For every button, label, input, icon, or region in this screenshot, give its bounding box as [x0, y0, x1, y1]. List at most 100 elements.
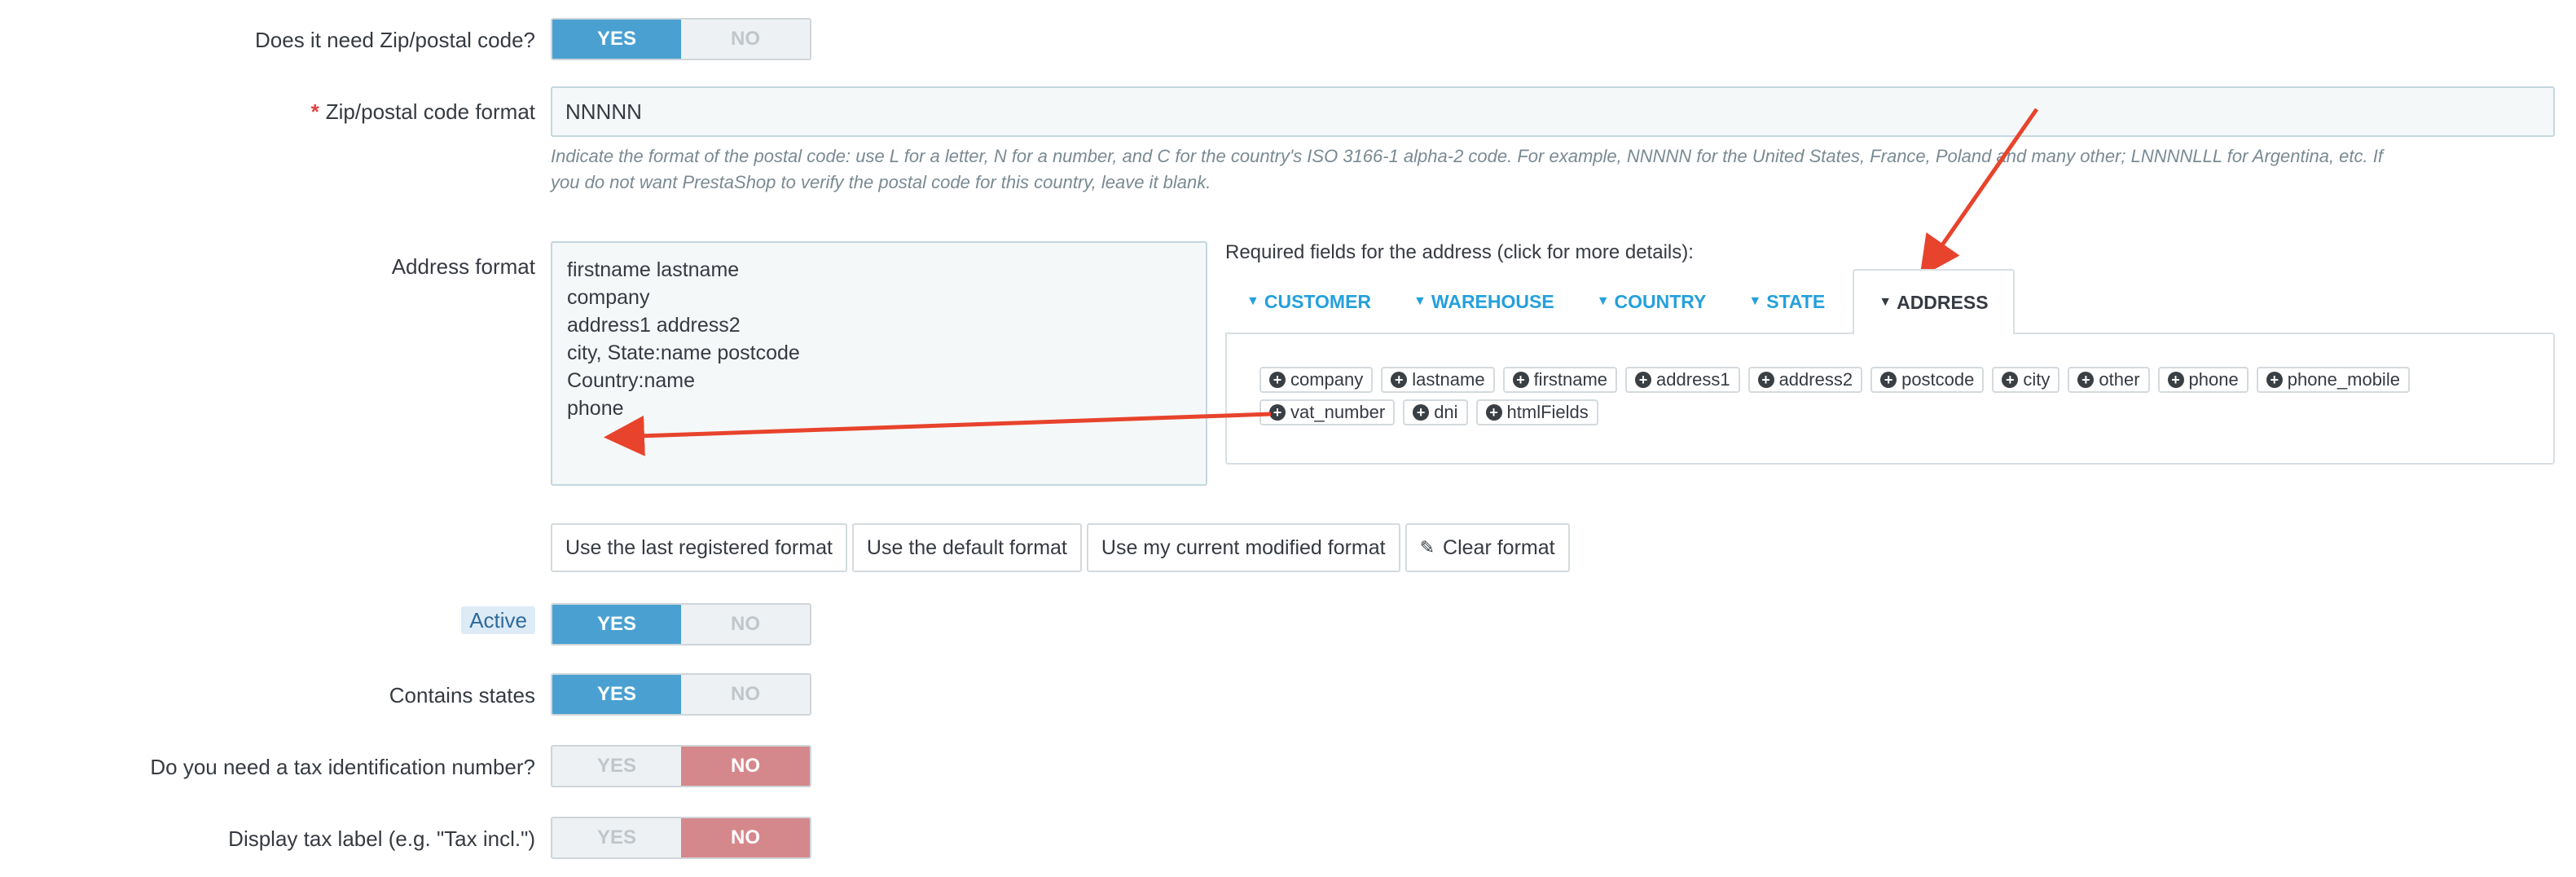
zip-needed-no[interactable]: NO — [681, 20, 810, 59]
active-label-text: Active — [461, 606, 535, 634]
caret-down-icon: ▼ — [1246, 294, 1259, 308]
active-no[interactable]: NO — [681, 605, 810, 644]
caret-down-icon: ▼ — [1748, 294, 1762, 308]
tab-country[interactable]: ▼ COUNTRY — [1576, 269, 1728, 334]
tax-label-no[interactable]: NO — [681, 818, 810, 857]
active-switch[interactable]: YES NO — [551, 603, 811, 646]
chip-label: address2 — [1778, 369, 1853, 390]
caret-down-icon: ▼ — [1879, 295, 1892, 309]
chip-label: company — [1290, 369, 1364, 390]
address-line: phone — [567, 397, 624, 420]
chip-label: vat_number — [1290, 402, 1386, 422]
chip-label: other — [2099, 369, 2140, 390]
chip-label: dni — [1434, 402, 1458, 422]
format-buttons: Use the last registered format Use the d… — [551, 523, 1570, 572]
field-chip-lastname[interactable]: + lastname — [1381, 367, 1495, 393]
field-chip-dni[interactable]: + dni — [1403, 399, 1468, 425]
caret-down-icon: ▼ — [1596, 294, 1610, 308]
tab-warehouse-label: WAREHOUSE — [1431, 290, 1554, 312]
field-chip-address1[interactable]: + address1 — [1625, 367, 1740, 393]
address-fields-panel: + company + lastname + firstname + address1 … — [1225, 333, 2555, 465]
field-chip-firstname[interactable]: + firstname — [1502, 367, 1618, 393]
plus-circle-icon: + — [2266, 372, 2283, 388]
caret-down-icon: ▼ — [1413, 294, 1426, 308]
chip-label: lastname — [1412, 369, 1485, 390]
chip-label: firstname — [1533, 369, 1608, 390]
active-yes[interactable]: YES — [552, 605, 681, 644]
tax-label-yes[interactable]: YES — [552, 818, 681, 857]
plus-circle-icon: + — [1485, 404, 1502, 421]
zip-needed-label: Does it need Zip/postal code? — [255, 28, 535, 52]
field-chip-phone-mobile[interactable]: + phone_mobile — [2256, 367, 2410, 393]
plus-circle-icon: + — [1635, 372, 1652, 388]
field-chip-htmlfields[interactable]: + htmlFields — [1475, 399, 1598, 425]
tab-address[interactable]: ▼ ADDRESS — [1853, 269, 2015, 334]
tax-id-label: Do you need a tax identification number? — [150, 755, 535, 779]
address-format-label: Address format — [391, 254, 535, 279]
address-line: company — [567, 286, 650, 309]
tab-customer[interactable]: ▼ CUSTOMER — [1225, 269, 1392, 334]
address-line: Country:name — [567, 369, 696, 392]
zip-format-input[interactable]: NNNNN — [551, 86, 2555, 137]
tab-country-label: COUNTRY — [1614, 290, 1707, 312]
tab-state[interactable]: ▼ STATE — [1727, 269, 1846, 334]
contains-states-label: Contains states — [389, 683, 535, 707]
address-format-textarea[interactable]: firstname lastname company address1 addr… — [551, 241, 1207, 486]
plus-circle-icon: + — [1512, 372, 1529, 388]
plus-circle-icon: + — [1391, 372, 1408, 388]
required-fields-tabs: ▼ CUSTOMER ▼ WAREHOUSE ▼ COUNTRY ▼ STATE ▼ AD… — [1225, 269, 2015, 334]
zip-format-help: Indicate the format of the postal code: … — [551, 143, 2547, 196]
tab-address-label: ADDRESS — [1897, 291, 1989, 313]
plus-circle-icon: + — [2077, 372, 2095, 388]
chip-label: phone — [2188, 369, 2239, 390]
field-chip-city[interactable]: + city — [1992, 367, 2060, 393]
zip-format-label: * Zip/postal code format — [311, 99, 535, 125]
tax-id-no[interactable]: NO — [681, 747, 810, 786]
address-line: firstname lastname — [567, 258, 740, 281]
field-chip-vat-number[interactable]: + vat_number — [1259, 399, 1396, 425]
field-chip-other[interactable]: + other — [2068, 367, 2150, 393]
field-chip-company[interactable]: + company — [1259, 367, 1374, 393]
field-chip-phone[interactable]: + phone — [2157, 367, 2249, 393]
tax-id-yes[interactable]: YES — [552, 747, 681, 786]
use-current-format-button[interactable]: Use my current modified format — [1086, 523, 1400, 572]
use-last-format-button[interactable]: Use the last registered format — [551, 523, 847, 572]
field-chip-postcode[interactable]: + postcode — [1870, 367, 1985, 393]
tab-customer-label: CUSTOMER — [1264, 290, 1372, 312]
clear-format-label: Clear format — [1443, 535, 1555, 559]
contains-states-yes[interactable]: YES — [552, 675, 681, 714]
eraser-icon: ✎ — [1419, 537, 1435, 557]
tab-state-label: STATE — [1766, 290, 1826, 312]
plus-circle-icon: + — [1269, 372, 1286, 388]
plus-circle-icon: + — [1757, 372, 1774, 388]
field-chip-address2[interactable]: + address2 — [1747, 367, 1863, 393]
chip-label: phone_mobile — [2287, 369, 2400, 390]
clear-format-button[interactable]: ✎ Clear format — [1404, 523, 1570, 572]
chip-label: city — [2023, 369, 2051, 390]
chip-label: postcode — [1901, 369, 1975, 390]
tax-id-switch[interactable]: YES NO — [551, 745, 811, 787]
zip-format-label-text: Zip/postal code format — [325, 99, 535, 124]
address-line: address1 address2 — [567, 314, 741, 337]
address-line: city, State:name postcode — [567, 342, 800, 364]
zip-format-help-line2: you do not want PrestaShop to verify the… — [551, 172, 1211, 192]
required-star: * — [310, 99, 319, 124]
zip-needed-switch[interactable]: YES NO — [551, 18, 811, 60]
tax-label-label: Display tax label (e.g. "Tax incl.") — [228, 826, 535, 851]
tab-warehouse[interactable]: ▼ WAREHOUSE — [1392, 269, 1576, 334]
plus-circle-icon: + — [2002, 372, 2019, 388]
address-field-chips: + company + lastname + firstname + address1 … — [1259, 367, 2547, 425]
plus-circle-icon: + — [1880, 372, 1897, 388]
contains-states-no[interactable]: NO — [681, 675, 810, 714]
tax-label-switch[interactable]: YES NO — [551, 817, 811, 859]
zip-format-help-line1: Indicate the format of the postal code: … — [551, 146, 2383, 166]
plus-circle-icon: + — [1413, 404, 1430, 421]
active-label: Active — [461, 606, 535, 634]
plus-circle-icon: + — [1269, 404, 1286, 421]
use-default-format-button[interactable]: Use the default format — [851, 523, 1082, 572]
contains-states-switch[interactable]: YES NO — [551, 673, 811, 716]
zip-needed-yes[interactable]: YES — [552, 20, 681, 59]
chip-label: address1 — [1656, 369, 1730, 390]
required-fields-title: Required fields for the address (click f… — [1225, 241, 1694, 263]
chip-label: htmlFields — [1506, 402, 1589, 422]
